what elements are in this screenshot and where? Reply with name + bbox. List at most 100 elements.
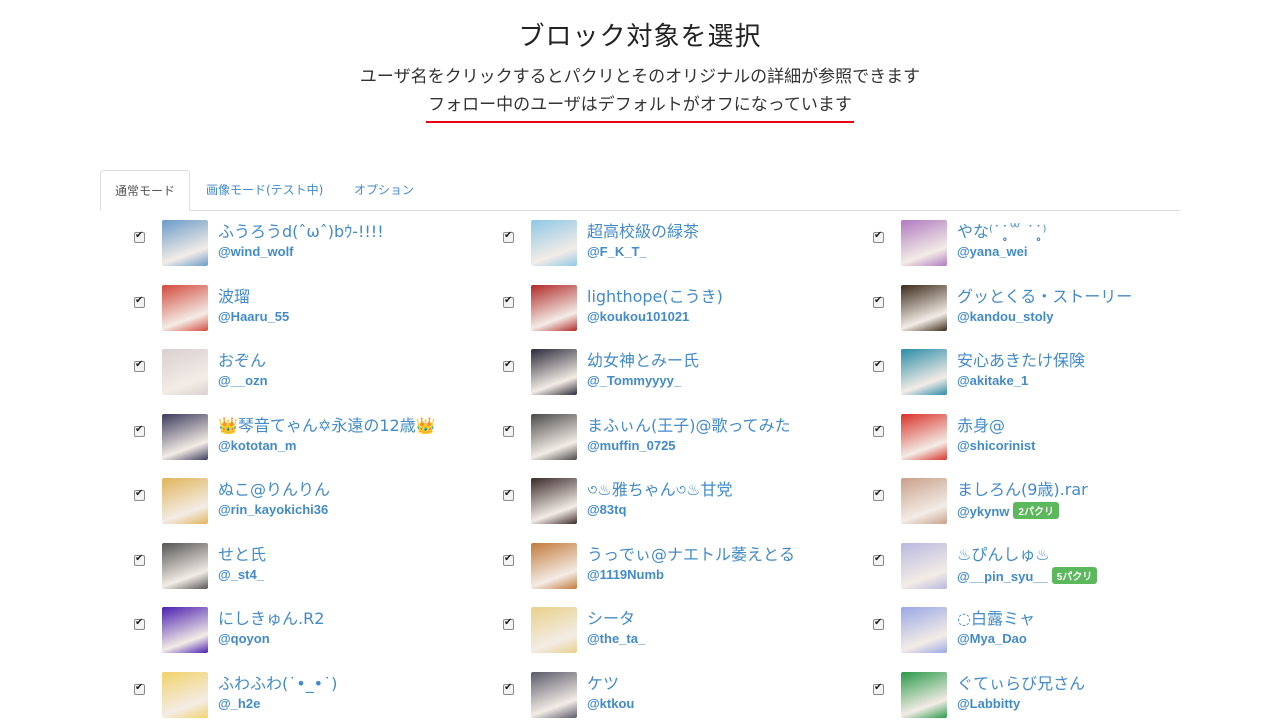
screen-name-link[interactable]: @__ozn bbox=[218, 373, 268, 388]
block-checkbox[interactable] bbox=[134, 488, 145, 501]
block-checkbox[interactable] bbox=[873, 682, 884, 695]
display-name-link[interactable]: まふぃん(王子)@歌ってみた bbox=[587, 412, 791, 436]
block-checkbox[interactable] bbox=[503, 682, 514, 695]
block-checkbox[interactable] bbox=[503, 617, 514, 630]
block-checkbox[interactable] bbox=[503, 230, 514, 243]
screen-name-link[interactable]: @qoyon bbox=[218, 631, 270, 646]
tab-options[interactable]: オプション bbox=[354, 170, 414, 210]
screen-name[interactable]: @wind_wolf bbox=[218, 244, 294, 259]
screen-name[interactable]: @ykynw bbox=[957, 504, 1009, 519]
tab-normal-mode[interactable]: 通常モード bbox=[100, 170, 190, 211]
display-name-link[interactable]: ぐてぃらび兄さん bbox=[957, 670, 1085, 694]
screen-name[interactable]: @83tq bbox=[587, 502, 626, 517]
screen-name-link[interactable]: @Mya_Dao bbox=[957, 631, 1027, 646]
block-checkbox[interactable] bbox=[503, 424, 514, 437]
display-name-link[interactable]: ♨ぴんしゅ♨ bbox=[957, 541, 1050, 565]
screen-name-link[interactable]: @Haaru_55 bbox=[218, 309, 289, 324]
display-name-link[interactable]: シータ bbox=[587, 605, 635, 629]
display-name-link[interactable]: ◌白露ミャ bbox=[957, 605, 1035, 629]
tab-image-mode[interactable]: 画像モード(テスト中) bbox=[206, 170, 323, 210]
screen-name-link[interactable]: @muffin_0725 bbox=[587, 438, 676, 453]
block-checkbox[interactable] bbox=[134, 682, 145, 695]
screen-name[interactable]: @kototan_m bbox=[218, 438, 296, 453]
block-checkbox[interactable] bbox=[873, 488, 884, 501]
display-name-link[interactable]: グッとくる・ストーリー bbox=[957, 283, 1132, 307]
display-name-link[interactable]: おぞん bbox=[218, 347, 266, 371]
block-checkbox[interactable] bbox=[873, 295, 884, 308]
screen-name-link[interactable]: @__pin_syu__ 5パクリ bbox=[957, 566, 1098, 584]
screen-name[interactable]: @muffin_0725 bbox=[587, 438, 676, 453]
block-checkbox[interactable] bbox=[873, 359, 884, 372]
screen-name[interactable]: @qoyon bbox=[218, 631, 270, 646]
screen-name[interactable]: @_h2e bbox=[218, 696, 260, 711]
screen-name-link[interactable]: @yana_wei bbox=[957, 244, 1028, 259]
display-name-link[interactable]: 波瑠 bbox=[218, 283, 250, 307]
screen-name-link[interactable]: @shicorinist bbox=[957, 438, 1035, 453]
block-checkbox[interactable] bbox=[503, 295, 514, 308]
screen-name[interactable]: @Labbitty bbox=[957, 696, 1020, 711]
screen-name[interactable]: @__ozn bbox=[218, 373, 268, 388]
block-checkbox[interactable] bbox=[134, 553, 145, 566]
screen-name[interactable]: @_st4_ bbox=[218, 567, 264, 582]
display-name-link[interactable]: うっでぃ@ナエトル萎えとる bbox=[587, 541, 795, 565]
display-name-link[interactable]: せと氏 bbox=[218, 541, 266, 565]
screen-name-link[interactable]: @_st4_ bbox=[218, 567, 264, 582]
block-checkbox[interactable] bbox=[134, 424, 145, 437]
screen-name-link[interactable]: @Labbitty bbox=[957, 696, 1020, 711]
block-checkbox[interactable] bbox=[503, 488, 514, 501]
display-name-link[interactable]: やな⁽˙˙̥̥꒳ ˙˙̥̥⁾ bbox=[957, 218, 1046, 242]
screen-name[interactable]: @F_K_T_ bbox=[587, 244, 647, 259]
screen-name[interactable]: @ktkou bbox=[587, 696, 634, 711]
screen-name-link[interactable]: @kandou_stoly bbox=[957, 309, 1053, 324]
block-checkbox[interactable] bbox=[134, 230, 145, 243]
screen-name-link[interactable]: @83tq bbox=[587, 502, 626, 517]
screen-name[interactable]: @the_ta_ bbox=[587, 631, 645, 646]
block-checkbox[interactable] bbox=[503, 359, 514, 372]
display-name-link[interactable]: ましろん(9歳).rar bbox=[957, 476, 1088, 500]
screen-name-link[interactable]: @ykynw 2パクリ bbox=[957, 502, 1059, 519]
screen-name[interactable]: @koukou101021 bbox=[587, 309, 689, 324]
display-name-link[interactable]: 超高校級の緑茶 bbox=[587, 218, 699, 242]
block-checkbox[interactable] bbox=[134, 295, 145, 308]
screen-name[interactable]: @kandou_stoly bbox=[957, 309, 1053, 324]
screen-name[interactable]: @_Tommyyyy_ bbox=[587, 373, 681, 388]
screen-name-link[interactable]: @1119Numb bbox=[587, 567, 664, 582]
screen-name-link[interactable]: @koukou101021 bbox=[587, 309, 689, 324]
screen-name[interactable]: @yana_wei bbox=[957, 244, 1028, 259]
display-name-link[interactable]: にしきゅん.R2 bbox=[218, 605, 324, 629]
screen-name-link[interactable]: @akitake_1 bbox=[957, 373, 1028, 388]
screen-name[interactable]: @__pin_syu__ bbox=[957, 569, 1048, 584]
block-checkbox[interactable] bbox=[873, 553, 884, 566]
block-checkbox[interactable] bbox=[134, 359, 145, 372]
screen-name[interactable]: @rin_kayokichi36 bbox=[218, 502, 328, 517]
display-name-link[interactable]: 赤身@ bbox=[957, 412, 1005, 436]
screen-name-link[interactable]: @ktkou bbox=[587, 696, 634, 711]
block-checkbox[interactable] bbox=[873, 230, 884, 243]
screen-name[interactable]: @akitake_1 bbox=[957, 373, 1028, 388]
block-checkbox[interactable] bbox=[873, 617, 884, 630]
display-name-link[interactable]: 安心あきたけ保険 bbox=[957, 347, 1085, 371]
screen-name-link[interactable]: @the_ta_ bbox=[587, 631, 645, 646]
screen-name-link[interactable]: @_Tommyyyy_ bbox=[587, 373, 681, 388]
screen-name[interactable]: @shicorinist bbox=[957, 438, 1035, 453]
display-name-link[interactable]: ケツ bbox=[587, 670, 619, 694]
display-name-link[interactable]: lighthope(こうき) bbox=[587, 283, 723, 307]
screen-name[interactable]: @Haaru_55 bbox=[218, 309, 289, 324]
block-checkbox[interactable] bbox=[134, 617, 145, 630]
display-name-link[interactable]: ふわふわ(˙•_•˙) bbox=[218, 670, 337, 694]
screen-name[interactable]: @Mya_Dao bbox=[957, 631, 1027, 646]
display-name-link[interactable]: ふうろうd(ˆωˆ)bｳ-!!!! bbox=[218, 218, 384, 242]
display-name-link[interactable]: ৩♨雅ちゃん৩♨甘党 bbox=[587, 476, 733, 504]
avatar bbox=[162, 220, 208, 266]
screen-name-link[interactable]: @wind_wolf bbox=[218, 244, 294, 259]
display-name-link[interactable]: 幼女神とみー氏 bbox=[587, 347, 699, 371]
screen-name-link[interactable]: @rin_kayokichi36 bbox=[218, 502, 328, 517]
display-name-link[interactable]: 👑琴音てゃん✡永遠の12歳👑 bbox=[218, 412, 436, 436]
block-checkbox[interactable] bbox=[503, 553, 514, 566]
block-checkbox[interactable] bbox=[873, 424, 884, 437]
screen-name[interactable]: @1119Numb bbox=[587, 567, 664, 582]
display-name-link[interactable]: ぬこ@りんりん bbox=[218, 476, 330, 500]
screen-name-link[interactable]: @_h2e bbox=[218, 696, 260, 711]
screen-name-link[interactable]: @F_K_T_ bbox=[587, 244, 647, 259]
screen-name-link[interactable]: @kototan_m bbox=[218, 438, 296, 453]
